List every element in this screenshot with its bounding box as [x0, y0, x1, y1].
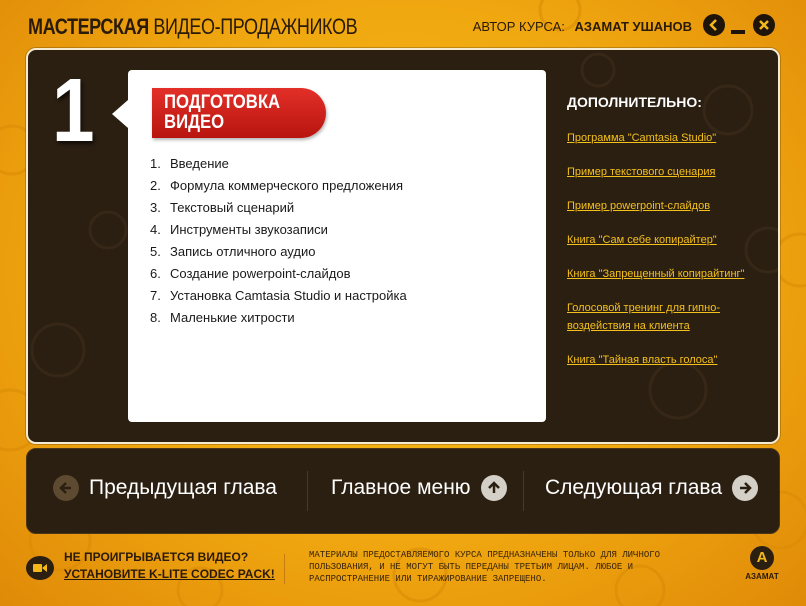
lesson-item-2[interactable]: 2. Формула коммерческого предложения	[150, 175, 407, 197]
chapter-content-card: ПОДГОТОВКА ВИДЕО 1. Введение 2. Формула ко…	[112, 70, 546, 422]
lesson-item-8[interactable]: 8. Маленькие хитрости	[150, 307, 407, 329]
arrow-right-icon	[732, 475, 759, 501]
nav-divider	[523, 471, 524, 511]
extra-link-book-copywriter[interactable]: Книга "Сам себе копирайтер"	[567, 234, 717, 246]
install-codec-link[interactable]: УСТАНОВИТЕ K-LITE CODEC PACK!	[64, 567, 275, 581]
previous-chapter-button[interactable]: Предыдущая глава	[53, 475, 277, 501]
lesson-item-3[interactable]: 3. Текстовый сценарий	[150, 197, 407, 219]
minimize-button[interactable]	[731, 30, 745, 34]
chapter-title-line2: ВИДЕО	[164, 112, 225, 133]
extras-heading: ДОПОЛНИТЕЛЬНО:	[567, 94, 702, 110]
lesson-list: 1. Введение 2. Формула коммерческого предл…	[150, 153, 407, 329]
copyright-notice: МАТЕРИАЛЫ ПРЕДОСТАВЛЯЕМОГО КУРСА ПРЕДНАЗ…	[309, 550, 661, 584]
video-problem-question: НЕ ПРОИГРЫВАЕТСЯ ВИДЕО?	[64, 550, 249, 564]
lesson-item-1[interactable]: 1. Введение	[150, 153, 407, 175]
extra-link-book-forbidden[interactable]: Книга "Запрещенный копирайтинг"	[567, 268, 744, 280]
extra-link-book-voice[interactable]: Книга "Тайная власть голоса"	[567, 354, 717, 366]
chapter-number: 1	[52, 61, 95, 161]
app-title-part1: МАСТЕРСКАЯ	[28, 14, 149, 39]
course-author: АВТОР КУРСА: АЗАМАТ УШАНОВ	[473, 19, 692, 34]
author-label: АВТОР КУРСА:	[472, 19, 565, 34]
brand: А АЗАМАТ	[740, 546, 784, 581]
app-title-part2: ВИДЕО-ПРОДАЖНИКОВ	[153, 14, 358, 39]
close-icon	[759, 20, 769, 30]
lesson-item-7[interactable]: 7. Установка Camtasia Studio и настройка	[150, 285, 407, 307]
video-camera-icon	[26, 556, 54, 580]
lesson-item-6[interactable]: 6. Создание powerpoint-слайдов	[150, 263, 407, 285]
extras-link-list: Программа "Camtasia Studio" Пример текст…	[567, 128, 767, 384]
next-chapter-button[interactable]: Следующая глава	[545, 475, 759, 501]
chapter-title-line1: ПОДГОТОВКА	[164, 92, 281, 113]
extra-link-camtasia[interactable]: Программа "Camtasia Studio"	[567, 132, 716, 144]
previous-chapter-label: Предыдущая глава	[89, 476, 277, 499]
brand-name: АЗАМАТ	[745, 572, 779, 581]
author-name: АЗАМАТ УШАНОВ	[574, 19, 692, 34]
footer-divider	[284, 554, 285, 584]
back-button[interactable]	[703, 14, 725, 36]
extra-link-text-script[interactable]: Пример текстового сценария	[567, 166, 716, 178]
main-menu-label: Главное меню	[331, 476, 471, 499]
brand-logo-icon: А	[750, 546, 774, 570]
arrow-left-icon	[53, 475, 79, 501]
chapter-title-badge: ПОДГОТОВКА ВИДЕО	[152, 88, 326, 138]
main-menu-button[interactable]: Главное меню	[331, 475, 507, 501]
lesson-item-5[interactable]: 5. Запись отличного аудио	[150, 241, 407, 263]
back-arrow-icon	[709, 19, 717, 31]
chapter-panel: 1 ПОДГОТОВКА ВИДЕО 1. Введение 2. Формула …	[26, 48, 780, 444]
extra-link-powerpoint[interactable]: Пример powerpoint-слайдов	[567, 200, 710, 212]
next-chapter-label: Следующая глава	[545, 476, 723, 499]
arrow-up-icon	[480, 475, 507, 501]
app-title: МАСТЕРСКАЯ ВИДЕО-ПРОДАЖНИКОВ	[28, 14, 358, 40]
chapter-navigation-bar: Предыдущая глава Главное меню Следующая …	[26, 448, 780, 534]
extra-link-voice-training[interactable]: Голосовой тренинг для гипно-воздействия …	[567, 302, 720, 332]
nav-divider	[307, 471, 308, 511]
close-button[interactable]	[753, 14, 775, 36]
lesson-item-4[interactable]: 4. Инструменты звукозаписи	[150, 219, 407, 241]
